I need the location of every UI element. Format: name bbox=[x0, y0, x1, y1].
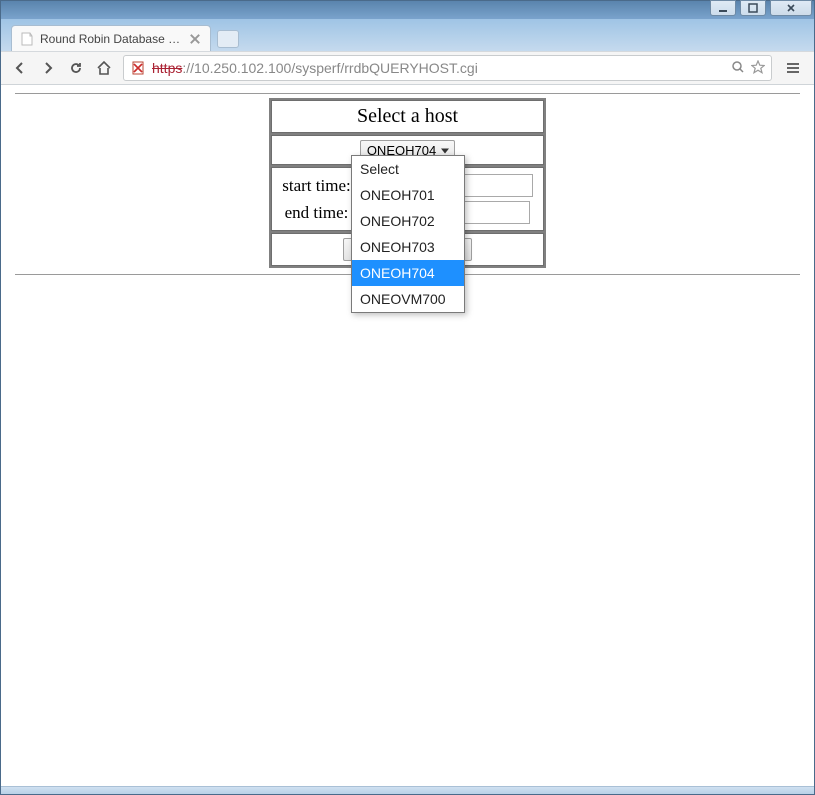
start-time-label: start time: bbox=[282, 176, 350, 196]
window-close-button[interactable] bbox=[770, 0, 812, 16]
host-option[interactable]: ONEOH701 bbox=[352, 182, 464, 208]
browser-toolbar: https://10.250.102.100/sysperf/rrdbQUERY… bbox=[1, 51, 814, 85]
ssl-error-icon bbox=[130, 60, 146, 76]
window-titlebar bbox=[1, 1, 814, 19]
zoom-icon[interactable] bbox=[731, 60, 745, 77]
browser-tab[interactable]: Round Robin Database Qu bbox=[11, 25, 211, 51]
host-select-listbox[interactable]: SelectONEOH701ONEOH702ONEOH703ONEOH704ON… bbox=[351, 155, 465, 313]
host-option[interactable]: ONEOVM700 bbox=[352, 286, 464, 312]
omnibox-right-icons bbox=[731, 60, 765, 77]
url-text: https://10.250.102.100/sysperf/rrdbQUERY… bbox=[152, 60, 725, 76]
tab-close-button[interactable] bbox=[188, 32, 202, 46]
form-title: Select a host bbox=[271, 100, 543, 133]
reload-button[interactable] bbox=[67, 59, 85, 77]
window-minimize-button[interactable] bbox=[710, 0, 736, 16]
page-viewport: Select a host ONEOH704 start time: end t… bbox=[1, 85, 814, 786]
address-bar[interactable]: https://10.250.102.100/sysperf/rrdbQUERY… bbox=[123, 55, 772, 81]
end-time-label: end time: bbox=[285, 203, 349, 223]
chrome-menu-button[interactable] bbox=[782, 57, 804, 79]
bookmark-star-icon[interactable] bbox=[751, 60, 765, 77]
host-option[interactable]: ONEOH703 bbox=[352, 234, 464, 260]
page-favicon-icon bbox=[20, 32, 34, 46]
url-path: ://10.250.102.100/sysperf/rrdbQUERYHOST.… bbox=[182, 60, 477, 76]
host-option[interactable]: ONEOH702 bbox=[352, 208, 464, 234]
window-controls bbox=[710, 0, 812, 16]
forward-button[interactable] bbox=[39, 59, 57, 77]
url-scheme: https bbox=[152, 60, 182, 76]
new-tab-button[interactable] bbox=[217, 30, 239, 48]
host-option[interactable]: Select bbox=[352, 156, 464, 182]
browser-window: Round Robin Database Qu https://10.250.1… bbox=[0, 0, 815, 795]
back-button[interactable] bbox=[11, 59, 29, 77]
tab-title: Round Robin Database Qu bbox=[40, 32, 182, 46]
tab-strip: Round Robin Database Qu bbox=[1, 19, 814, 51]
window-maximize-button[interactable] bbox=[740, 0, 766, 16]
window-bottom-frame bbox=[1, 786, 814, 794]
host-option[interactable]: ONEOH704 bbox=[352, 260, 464, 286]
home-button[interactable] bbox=[95, 59, 113, 77]
horizontal-rule-top bbox=[15, 93, 800, 94]
